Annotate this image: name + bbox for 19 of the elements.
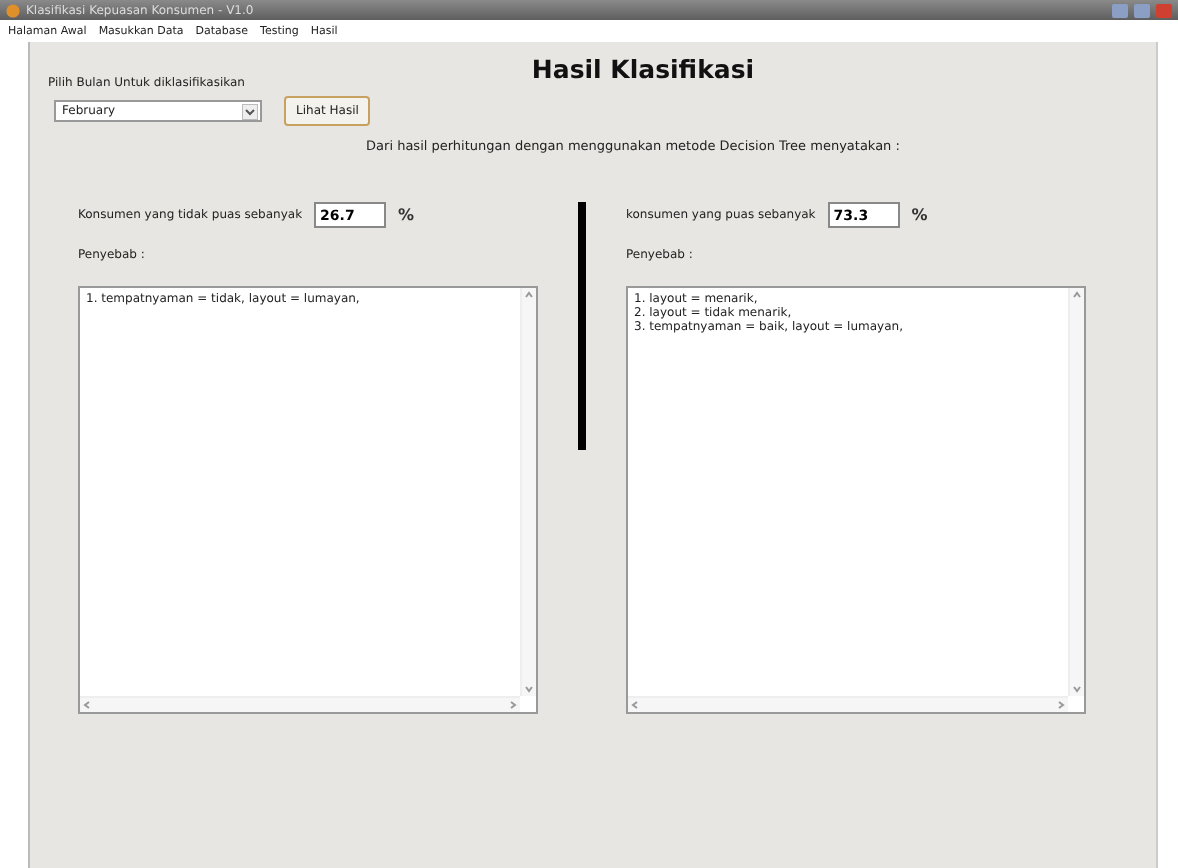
dropdown-icon bbox=[242, 103, 258, 119]
vertical-scrollbar[interactable] bbox=[520, 288, 536, 696]
app-icon bbox=[6, 3, 20, 17]
scroll-up-icon[interactable] bbox=[1070, 288, 1084, 302]
maximize-button[interactable] bbox=[1134, 3, 1150, 17]
percent-sign: % bbox=[911, 206, 928, 224]
scroll-down-icon[interactable] bbox=[1070, 682, 1084, 696]
page-heading: Hasil Klasifikasi bbox=[531, 54, 755, 84]
horizontal-scrollbar[interactable] bbox=[80, 696, 520, 712]
scroll-left-icon[interactable] bbox=[80, 698, 94, 712]
scroll-up-icon[interactable] bbox=[522, 288, 536, 302]
scroll-right-icon[interactable] bbox=[506, 698, 520, 712]
minimize-button[interactable] bbox=[1112, 3, 1128, 17]
scroll-right-icon[interactable] bbox=[1054, 698, 1068, 712]
vertical-scrollbar[interactable] bbox=[1068, 288, 1084, 696]
horizontal-scrollbar[interactable] bbox=[628, 696, 1068, 712]
scroll-down-icon[interactable] bbox=[522, 682, 536, 696]
percent-sign: % bbox=[398, 206, 415, 224]
scroll-left-icon[interactable] bbox=[628, 698, 642, 712]
